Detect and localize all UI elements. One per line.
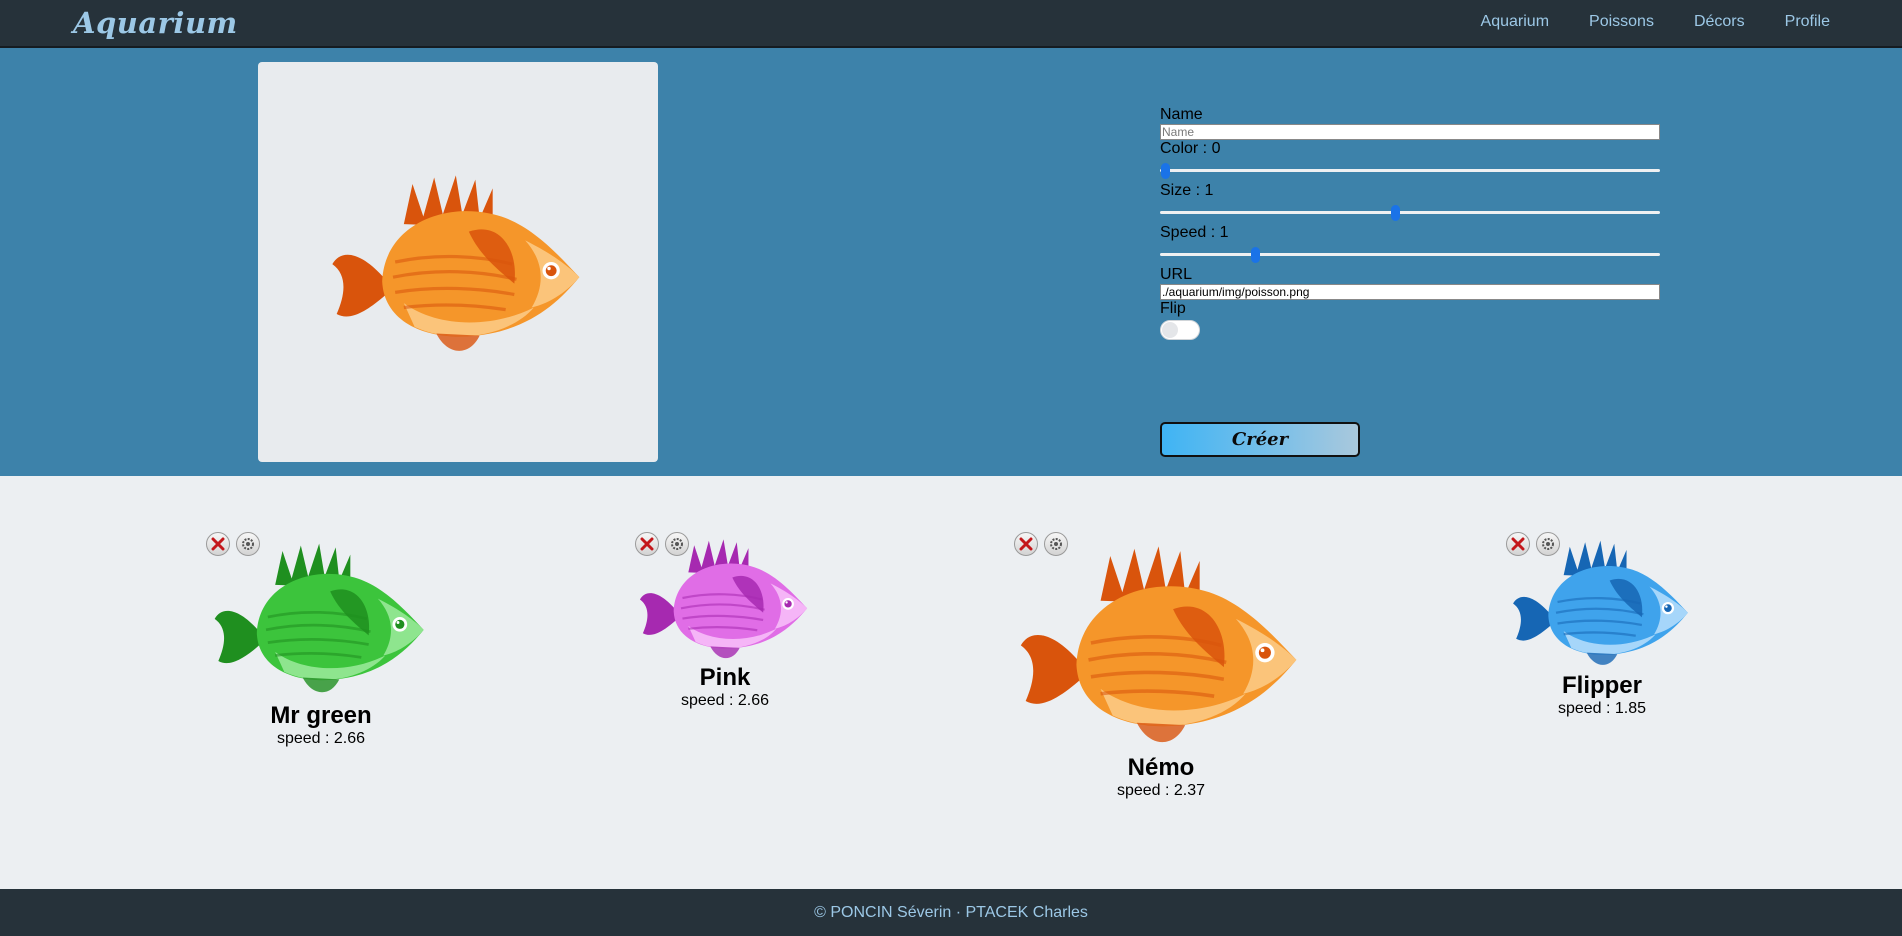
close-icon bbox=[640, 537, 654, 551]
url-label: URL bbox=[1160, 266, 1193, 283]
fish-image bbox=[214, 543, 424, 693]
speed-slider[interactable] bbox=[1160, 242, 1660, 264]
settings-button[interactable] bbox=[665, 532, 689, 556]
url-input[interactable] bbox=[1160, 284, 1660, 300]
fish-card: Némo speed : 2.37 bbox=[1013, 532, 1309, 800]
fish-card: Flipper speed : 1.85 bbox=[1505, 532, 1699, 718]
brand-logo[interactable]: Aquarium bbox=[73, 6, 238, 40]
fish-name: Mr green bbox=[270, 702, 372, 729]
settings-button[interactable] bbox=[1536, 532, 1560, 556]
settings-button[interactable] bbox=[236, 532, 260, 556]
gear-icon bbox=[242, 538, 254, 550]
flip-toggle[interactable] bbox=[1160, 320, 1200, 340]
size-slider[interactable] bbox=[1160, 200, 1660, 222]
fish-gallery: Mr green speed : 2.66 Pink speed : 2.66 bbox=[0, 476, 1902, 889]
fish-speed: speed : 1.85 bbox=[1557, 700, 1647, 717]
fish-creator-panel: Name Color : 0 Size : 1 Speed : 1 URL Fl… bbox=[0, 48, 1902, 476]
delete-button[interactable] bbox=[206, 532, 230, 556]
name-label: Name bbox=[1160, 106, 1203, 123]
name-input[interactable] bbox=[1160, 124, 1660, 140]
card-actions bbox=[635, 532, 689, 556]
nav-link-poissons[interactable]: Poissons bbox=[1589, 13, 1654, 31]
flip-toggle-knob bbox=[1162, 322, 1178, 338]
fish-form: Name Color : 0 Size : 1 Speed : 1 URL Fl… bbox=[1160, 106, 1660, 457]
color-slider[interactable] bbox=[1160, 158, 1660, 180]
fish-speed: speed : 2.66 bbox=[680, 692, 770, 709]
top-navbar: Aquarium Aquarium Poissons Décors Profil… bbox=[0, 0, 1902, 48]
color-label: Color : 0 bbox=[1160, 140, 1221, 157]
nav-link-decors[interactable]: Décors bbox=[1694, 13, 1745, 31]
flip-label: Flip bbox=[1160, 300, 1186, 317]
size-slider-thumb[interactable] bbox=[1391, 205, 1400, 221]
footer-credits: © PONCIN Séverin · PTACEK Charles bbox=[814, 904, 1088, 921]
close-icon bbox=[1019, 537, 1033, 551]
nav-link-profile[interactable]: Profile bbox=[1785, 13, 1830, 31]
color-slider-thumb[interactable] bbox=[1161, 163, 1170, 179]
fish-speed: speed : 2.37 bbox=[1116, 782, 1206, 799]
card-actions bbox=[1506, 532, 1560, 556]
preview-fish-image bbox=[328, 162, 588, 362]
fish-name: Flipper bbox=[1561, 672, 1642, 699]
create-button[interactable]: Créer bbox=[1160, 422, 1360, 457]
fish-card: Mr green speed : 2.66 bbox=[206, 532, 436, 748]
fish-speed: speed : 2.66 bbox=[276, 730, 366, 747]
size-label: Size : 1 bbox=[1160, 182, 1214, 199]
delete-button[interactable] bbox=[1506, 532, 1530, 556]
card-actions bbox=[1014, 532, 1068, 556]
close-icon bbox=[1511, 537, 1525, 551]
fish-image bbox=[1020, 546, 1297, 743]
footer: © PONCIN Séverin · PTACEK Charles bbox=[0, 889, 1902, 936]
fish-preview bbox=[258, 62, 658, 462]
nav-link-aquarium[interactable]: Aquarium bbox=[1481, 13, 1549, 31]
settings-button[interactable] bbox=[1044, 532, 1068, 556]
card-actions bbox=[206, 532, 260, 556]
delete-button[interactable] bbox=[1014, 532, 1038, 556]
speed-label: Speed : 1 bbox=[1160, 224, 1229, 241]
gear-icon bbox=[1542, 538, 1554, 550]
speed-slider-thumb[interactable] bbox=[1251, 247, 1260, 263]
delete-button[interactable] bbox=[635, 532, 659, 556]
fish-name: Pink bbox=[699, 664, 751, 691]
nav-links: Aquarium Poissons Décors Profile bbox=[1481, 13, 1830, 31]
fish-card: Pink speed : 2.66 bbox=[633, 532, 817, 710]
gear-icon bbox=[1050, 538, 1062, 550]
fish-name: Némo bbox=[1127, 754, 1195, 781]
close-icon bbox=[211, 537, 225, 551]
gear-icon bbox=[671, 538, 683, 550]
